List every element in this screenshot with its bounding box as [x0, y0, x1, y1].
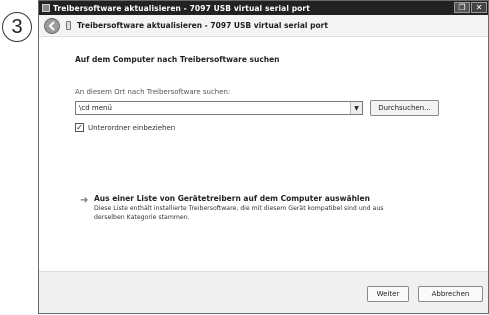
include-subfolders-checkbox[interactable]: ✓ [75, 123, 84, 132]
wizard-footer: Weiter Abbrechen [39, 271, 488, 313]
page-heading: Auf dem Computer nach Treibersoftware su… [75, 55, 280, 64]
search-location-label: An diesem Ort nach Treibersoftware suche… [75, 88, 231, 96]
device-icon [66, 21, 71, 30]
screenshot-root: 3 Treibersoftware aktualisieren - 7097 U… [0, 0, 489, 315]
back-arrow-icon [48, 20, 55, 31]
title-bar: Treibersoftware aktualisieren - 7097 USB… [39, 1, 488, 15]
wizard-title: Treibersoftware aktualisieren - 7097 USB… [77, 21, 328, 30]
include-subfolders-option[interactable]: ✓ Unterordner einbeziehen [75, 123, 175, 132]
window-title: Treibersoftware aktualisieren - 7097 USB… [53, 3, 310, 13]
choose-from-list-link[interactable]: Aus einer Liste von Gerätetreibern auf d… [94, 194, 370, 203]
include-subfolders-label: Unterordner einbeziehen [88, 123, 176, 132]
next-button[interactable]: Weiter [367, 286, 409, 302]
choose-from-list-description: Diese Liste enthält installierte Treiber… [94, 205, 384, 221]
search-path-value: \cd menü [79, 104, 112, 112]
window-app-icon [42, 4, 50, 12]
close-button[interactable]: ✕ [471, 2, 487, 13]
search-path-combobox[interactable]: \cd menü ▼ [75, 101, 363, 115]
dropdown-arrow-icon[interactable]: ▼ [350, 102, 362, 114]
step-number-badge: 3 [2, 12, 32, 42]
arrow-right-icon: ➜ [80, 195, 89, 206]
restore-button[interactable]: ❐ [454, 2, 470, 13]
driver-update-window: Treibersoftware aktualisieren - 7097 USB… [38, 0, 489, 314]
back-arrow-button[interactable] [44, 17, 60, 34]
browse-button[interactable]: Durchsuchen... [370, 100, 439, 116]
wizard-nav-bar: Treibersoftware aktualisieren - 7097 USB… [39, 15, 488, 37]
cancel-button[interactable]: Abbrechen [418, 286, 483, 302]
wizard-content: Auf dem Computer nach Treibersoftware su… [39, 38, 488, 273]
title-bar-buttons: ❐ ✕ [454, 2, 487, 13]
